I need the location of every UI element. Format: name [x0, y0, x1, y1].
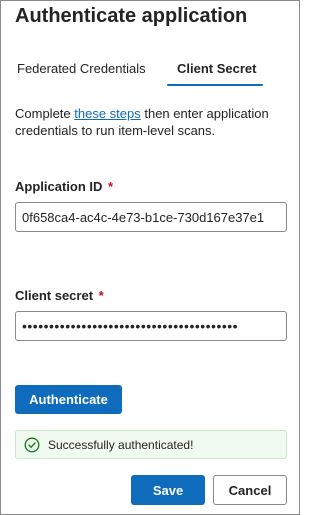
tab-client-secret[interactable]: Client Secret: [177, 61, 256, 76]
application-id-label: Application ID *: [15, 179, 113, 194]
success-message-text: Successfully authenticated!: [48, 437, 194, 452]
authenticate-button[interactable]: Authenticate: [15, 385, 122, 414]
application-id-label-text: Application ID: [15, 179, 103, 194]
success-message-bar: Successfully authenticated!: [15, 430, 287, 459]
required-marker: *: [98, 288, 104, 303]
selected-tab-indicator: [167, 84, 263, 86]
required-marker: *: [108, 179, 114, 194]
application-id-input[interactable]: [15, 202, 287, 232]
save-button[interactable]: Save: [131, 475, 205, 505]
client-secret-label-text: Client secret: [15, 288, 94, 303]
instructions-prefix: Complete: [15, 106, 75, 121]
authenticate-dialog: Authenticate application Federated Crede…: [0, 0, 300, 515]
these-steps-link[interactable]: these steps: [74, 106, 141, 121]
client-secret-input[interactable]: [15, 311, 287, 341]
cancel-button[interactable]: Cancel: [213, 475, 287, 505]
checkmark-circle-icon: [24, 437, 40, 453]
instructions-text: Complete these steps then enter applicat…: [15, 105, 287, 139]
client-secret-label: Client secret *: [15, 288, 104, 303]
dialog-title: Authenticate application: [15, 5, 248, 27]
tab-federated-credentials[interactable]: Federated Credentials: [17, 61, 146, 76]
